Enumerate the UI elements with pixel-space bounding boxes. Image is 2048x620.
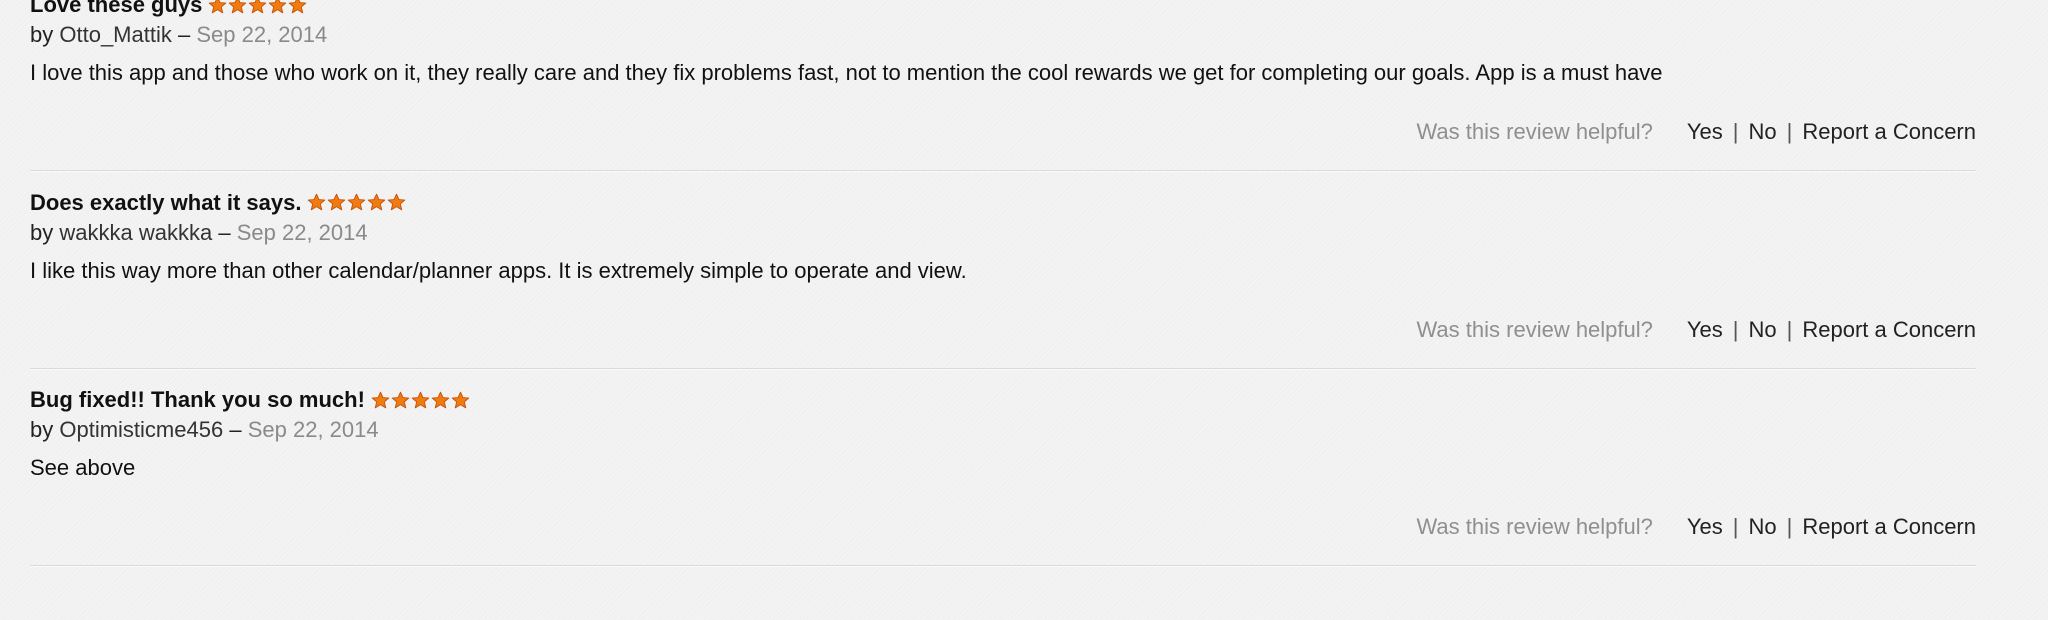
star-icon: [391, 391, 410, 408]
byline-dash: –: [177, 22, 191, 47]
link-separator: |: [1786, 119, 1793, 144]
review-divider: [30, 565, 1976, 567]
review-body: I love this app and those who work on it…: [30, 60, 1663, 85]
helpful-prompt: Was this review helpful?: [1416, 316, 1653, 342]
review-date: Sep 22, 2014: [196, 22, 328, 47]
star-icon: [209, 0, 227, 13]
star-icon: [249, 0, 267, 13]
helpful-prompt: Was this review helpful?: [1416, 514, 1653, 539]
review-author: Optimisticme456: [59, 417, 224, 442]
review-header: Love these guys: [30, 0, 308, 18]
review-date: Sep 22, 2014: [236, 219, 368, 245]
link-separator: |: [1732, 316, 1739, 342]
star-icon: [229, 0, 247, 13]
by-prefix: by: [30, 417, 54, 442]
star-icon: [368, 193, 386, 211]
helpful-no-link[interactable]: No: [1749, 317, 1777, 343]
helpful-no-link[interactable]: No: [1749, 514, 1777, 540]
review-title: Does exactly what it says.: [30, 189, 302, 215]
byline-dash: –: [229, 417, 242, 442]
link-separator: |: [1786, 316, 1793, 342]
review-author: Otto_Mattik: [59, 22, 172, 47]
star-rating: [371, 391, 471, 410]
link-separator: |: [1732, 119, 1739, 144]
star-rating: [307, 193, 407, 212]
helpful-yes-link[interactable]: Yes: [1687, 317, 1723, 343]
star-icon: [371, 391, 390, 408]
reviews-list: Love these guys by Otto_Mattik – Sep 22,…: [30, 0, 2006, 583]
review-divider: [30, 170, 1976, 172]
link-separator: |: [1786, 514, 1793, 539]
star-icon: [451, 391, 470, 408]
link-separator: |: [1732, 514, 1739, 539]
review-feedback-bar: Was this review helpful? Yes | No | Repo…: [1416, 514, 1976, 540]
helpful-yes-link[interactable]: Yes: [1687, 514, 1723, 540]
helpful-no-link[interactable]: No: [1749, 119, 1777, 145]
report-concern-link[interactable]: Report a Concern: [1802, 119, 1976, 145]
helpful-prompt: Was this review helpful?: [1416, 119, 1653, 144]
review-item: Does exactly what it says. by wakkka wak…: [30, 188, 2006, 386]
review-title: Bug fixed!! Thank you so much!: [30, 387, 365, 412]
review-feedback-bar: Was this review helpful? Yes | No | Repo…: [1416, 119, 1976, 145]
review-divider: [30, 367, 1976, 370]
review-header: Bug fixed!! Thank you so much!: [30, 387, 471, 413]
review-body: I like this way more than other calendar…: [30, 257, 967, 283]
review-date: Sep 22, 2014: [247, 417, 379, 442]
star-icon: [431, 391, 450, 408]
star-icon: [308, 193, 326, 211]
star-icon: [328, 193, 346, 211]
by-prefix: by: [30, 22, 54, 47]
star-icon: [411, 391, 430, 408]
star-rating: [208, 0, 308, 15]
review-byline: by wakkka wakkka – Sep 22, 2014: [30, 220, 368, 246]
review-feedback-bar: Was this review helpful? Yes | No | Repo…: [1416, 317, 1976, 343]
report-concern-link[interactable]: Report a Concern: [1802, 514, 1976, 540]
star-icon: [388, 193, 406, 211]
review-item: Bug fixed!! Thank you so much! by Optimi…: [30, 385, 2006, 583]
star-icon: [269, 0, 287, 13]
review-author: wakkka wakkka: [59, 219, 213, 245]
review-body: See above: [30, 455, 136, 480]
star-icon: [289, 0, 307, 13]
review-byline: by Otto_Mattik – Sep 22, 2014: [30, 22, 327, 48]
review-title: Love these guys: [30, 0, 203, 17]
review-item: Love these guys by Otto_Mattik – Sep 22,…: [30, 0, 2006, 188]
byline-dash: –: [218, 219, 231, 245]
report-concern-link[interactable]: Report a Concern: [1802, 317, 1976, 343]
review-byline: by Optimisticme456 – Sep 22, 2014: [30, 417, 379, 443]
review-header: Does exactly what it says.: [30, 190, 407, 216]
helpful-yes-link[interactable]: Yes: [1687, 119, 1723, 145]
by-prefix: by: [30, 219, 54, 245]
star-icon: [348, 193, 366, 211]
